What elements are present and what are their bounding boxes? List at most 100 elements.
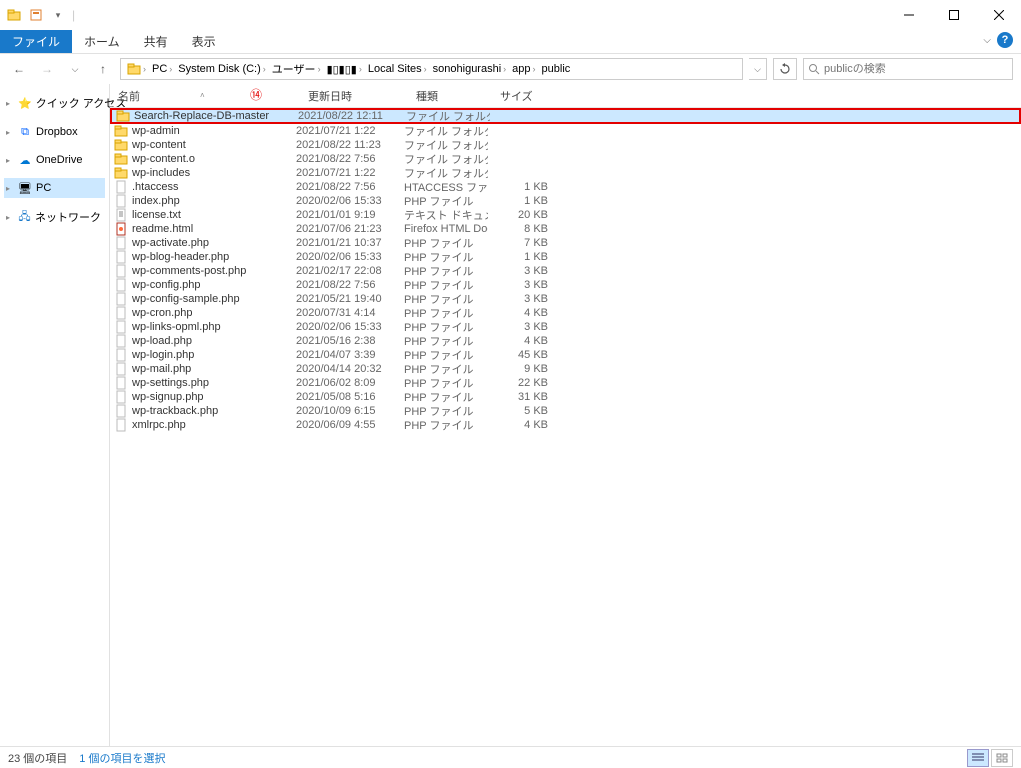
folder-icon: [114, 138, 128, 152]
sidebar-network[interactable]: 🖧ネットワーク: [4, 206, 105, 228]
file-size: 7 KB: [488, 237, 548, 249]
sort-indicator-icon: ˄: [200, 91, 205, 100]
col-type[interactable]: 種類: [408, 84, 492, 107]
status-count: 23 個の項目: [8, 750, 67, 766]
title-separator: |: [72, 8, 75, 22]
file-date: 2021/02/17 22:08: [296, 265, 404, 277]
qat-properties-icon[interactable]: [28, 7, 44, 23]
file-row[interactable]: wp-links-opml.php2020/02/06 15:33PHP ファイ…: [110, 320, 1021, 334]
php-icon: [114, 264, 128, 278]
file-row[interactable]: license.txt2021/01/01 9:19テキスト ドキュメント20 …: [110, 208, 1021, 222]
maximize-button[interactable]: [931, 0, 976, 30]
recent-dropdown[interactable]: ⌵: [64, 58, 86, 80]
file-name: wp-cron.php: [132, 307, 193, 319]
file-row[interactable]: wp-trackback.php2020/10/09 6:15PHP ファイル5…: [110, 404, 1021, 418]
breadcrumb[interactable]: › PC› System Disk (C:)› ユーザー› ▮▯▮▯▮› Loc…: [120, 58, 743, 80]
breadcrumb-seg-6[interactable]: app›: [510, 63, 537, 75]
file-row[interactable]: wp-blog-header.php2020/02/06 15:33PHP ファ…: [110, 250, 1021, 264]
file-size: 31 KB: [488, 391, 548, 403]
sidebar-pc[interactable]: 🖥PC: [4, 178, 105, 198]
folder-icon: [116, 109, 130, 123]
breadcrumb-dropdown[interactable]: ⌵: [749, 58, 767, 80]
file-row[interactable]: wp-admin2021/07/21 1:22ファイル フォルダー: [110, 124, 1021, 138]
refresh-button[interactable]: [773, 58, 797, 80]
tab-share[interactable]: 共有: [132, 30, 180, 53]
annotation-marker: ⑭: [250, 86, 262, 103]
file-row[interactable]: Search-Replace-DB-master 2021/08/22 12:11…: [110, 108, 1021, 124]
minimize-button[interactable]: [886, 0, 931, 30]
file-rows: Search-Replace-DB-master 2021/08/22 12:11…: [110, 108, 1021, 432]
titlebar: ▾ |: [0, 0, 1021, 30]
file-row[interactable]: wp-signup.php2021/05/08 5:16PHP ファイル31 K…: [110, 390, 1021, 404]
file-row[interactable]: index.php2020/02/06 15:33PHP ファイル1 KB: [110, 194, 1021, 208]
file-row[interactable]: .htaccess2021/08/22 7:56HTACCESS ファイル1 K…: [110, 180, 1021, 194]
file-name: wp-activate.php: [132, 237, 209, 249]
file-name: Search-Replace-DB-master: [134, 110, 269, 122]
tab-view[interactable]: 表示: [180, 30, 228, 53]
breadcrumb-seg-7[interactable]: public: [540, 63, 573, 75]
help-icon[interactable]: ?: [997, 32, 1013, 48]
file-row[interactable]: wp-content2021/08/22 11:23ファイル フォルダー: [110, 138, 1021, 152]
file-row[interactable]: wp-mail.php2020/04/14 20:32PHP ファイル9 KB: [110, 362, 1021, 376]
file-size: 3 KB: [488, 279, 548, 291]
view-details-button[interactable]: [967, 749, 989, 767]
file-name: wp-content: [132, 139, 186, 151]
breadcrumb-seg-2[interactable]: ユーザー›: [270, 61, 323, 77]
file-date: 2021/01/01 9:19: [296, 209, 404, 221]
file-row[interactable]: wp-config-sample.php2021/05/21 19:40PHP …: [110, 292, 1021, 306]
file-row[interactable]: wp-activate.php2021/01/21 10:37PHP ファイル7…: [110, 236, 1021, 250]
file-size: 5 KB: [488, 405, 548, 417]
up-button[interactable]: ↑: [92, 58, 114, 80]
ribbon-expand-icon[interactable]: ⌵: [983, 35, 991, 46]
dropbox-icon: ⧉: [18, 125, 32, 139]
file-row[interactable]: wp-content.o2021/08/22 7:56ファイル フォルダー: [110, 152, 1021, 166]
file-type: Firefox HTML Docum...: [404, 223, 488, 235]
file-name: readme.html: [132, 223, 193, 235]
file-size: 22 KB: [488, 377, 548, 389]
onedrive-icon: ☁: [18, 153, 32, 167]
search-input[interactable]: [824, 63, 1008, 75]
php-icon: [114, 250, 128, 264]
file-row[interactable]: wp-comments-post.php2021/02/17 22:08PHP …: [110, 264, 1021, 278]
statusbar: 23 個の項目 1 個の項目を選択: [0, 746, 1021, 768]
file-row[interactable]: wp-load.php2021/05/16 2:38PHP ファイル4 KB: [110, 334, 1021, 348]
file-row[interactable]: wp-login.php2021/04/07 3:39PHP ファイル45 KB: [110, 348, 1021, 362]
sidebar-onedrive[interactable]: ☁OneDrive: [4, 150, 105, 170]
file-row[interactable]: wp-includes2021/07/21 1:22ファイル フォルダー: [110, 166, 1021, 180]
php-icon: [114, 278, 128, 292]
php-icon: [114, 306, 128, 320]
tab-file[interactable]: ファイル: [0, 30, 72, 53]
file-row[interactable]: xmlrpc.php2020/06/09 4:55PHP ファイル4 KB: [110, 418, 1021, 432]
file-date: 2021/08/22 7:56: [296, 181, 404, 193]
breadcrumb-seg-4[interactable]: Local Sites›: [366, 63, 429, 75]
qat-dropdown-icon[interactable]: ▾: [50, 7, 66, 23]
breadcrumb-seg-1[interactable]: System Disk (C:)›: [176, 63, 268, 75]
php-icon: [114, 236, 128, 250]
php-icon: [114, 376, 128, 390]
star-icon: ⭐: [18, 96, 32, 110]
breadcrumb-seg-3[interactable]: ▮▯▮▯▮›: [325, 63, 364, 76]
col-date[interactable]: 更新日時: [300, 84, 408, 107]
col-name[interactable]: 名前˄: [110, 84, 300, 107]
sidebar-quick-access[interactable]: ⭐クイック アクセス: [4, 92, 105, 114]
breadcrumb-seg-0[interactable]: PC›: [150, 63, 174, 75]
sidebar: ⭐クイック アクセス ⧉Dropbox ☁OneDrive 🖥PC 🖧ネットワー…: [0, 84, 110, 746]
file-row[interactable]: wp-settings.php2021/06/02 8:09PHP ファイル22…: [110, 376, 1021, 390]
tab-home[interactable]: ホーム: [72, 30, 132, 53]
file-date: 2021/08/22 12:11: [298, 110, 406, 122]
back-button[interactable]: ←: [8, 58, 30, 80]
forward-button[interactable]: →: [36, 58, 58, 80]
php-icon: [114, 320, 128, 334]
breadcrumb-seg-5[interactable]: sonohigurashi›: [431, 63, 509, 75]
breadcrumb-root-icon[interactable]: ›: [125, 62, 148, 76]
file-row[interactable]: wp-cron.php2020/07/31 4:14PHP ファイル4 KB: [110, 306, 1021, 320]
sidebar-dropbox[interactable]: ⧉Dropbox: [4, 122, 105, 142]
search-box[interactable]: [803, 58, 1013, 80]
file-row[interactable]: readme.html2021/07/06 21:23Firefox HTML …: [110, 222, 1021, 236]
file-date: 2021/07/21 1:22: [296, 125, 404, 137]
file-row[interactable]: wp-config.php2021/08/22 7:56PHP ファイル3 KB: [110, 278, 1021, 292]
col-size[interactable]: サイズ: [492, 84, 556, 107]
close-button[interactable]: [976, 0, 1021, 30]
view-large-button[interactable]: [991, 749, 1013, 767]
status-selection: 1 個の項目を選択: [79, 750, 165, 766]
